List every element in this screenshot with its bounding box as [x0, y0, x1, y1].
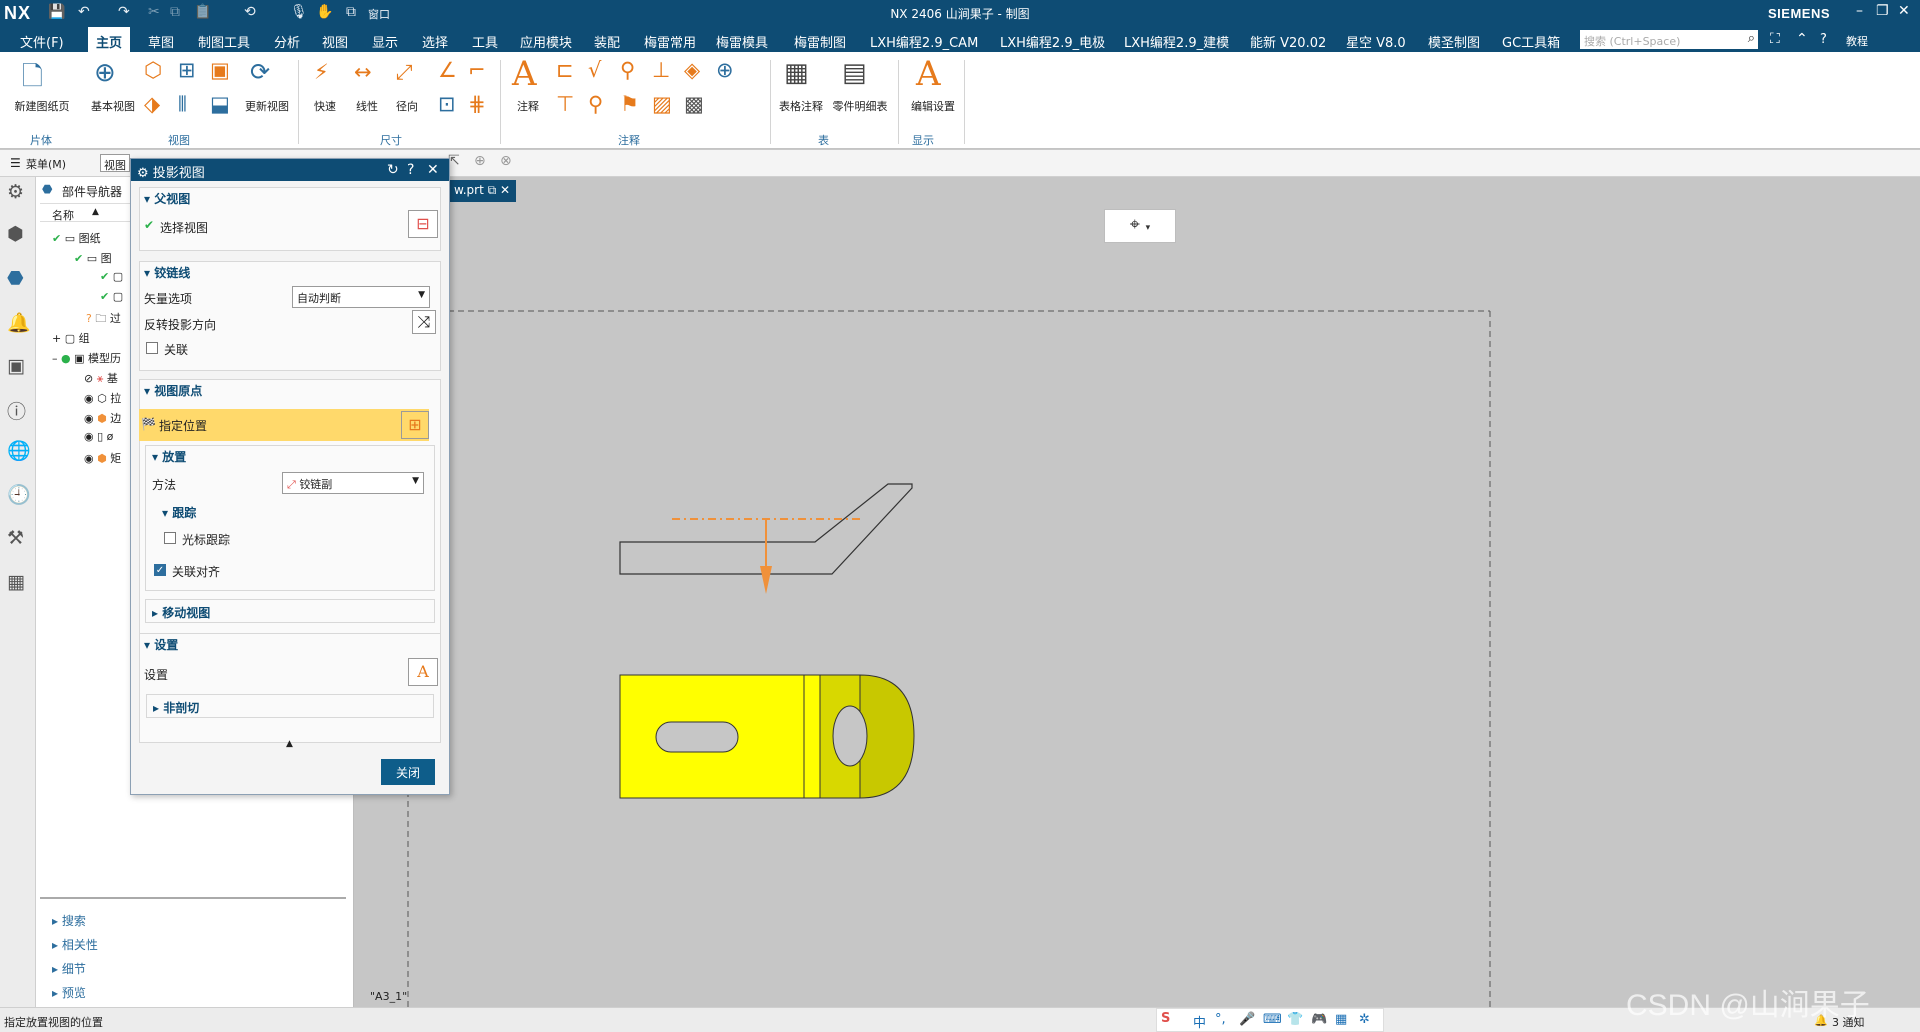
placement-group: ▾ 放置 方法 ⤢ 铰链副 ▼ ▾ 跟踪 光标跟踪 ✓ 关联对齐 — [145, 445, 435, 591]
reverse-direction-label: 反转投影方向 — [144, 318, 217, 332]
lug-hole — [832, 705, 868, 767]
checkered-flag-icon: 🏁 — [141, 417, 156, 431]
assoc-align-checkbox[interactable]: ✓ — [154, 564, 166, 576]
vector-option-label: 矢量选项 — [144, 292, 193, 306]
ime-toolbar: S 中 °, 🎤 ⌨ 👕 🎮 ▦ ✲ — [1156, 1008, 1384, 1032]
vector-option-select[interactable]: 自动判断 ▼ — [292, 286, 430, 308]
dialog-gear-icon[interactable]: ⚙ — [137, 166, 149, 181]
settings-group: ▾ 设置 设置 A ▸ 非剖切 — [139, 633, 441, 743]
close-button[interactable]: 关闭 — [381, 759, 435, 785]
specify-location-row[interactable]: 🏁 指定位置 ⊞ — [139, 409, 429, 441]
section-title: 设置 — [154, 638, 179, 652]
projected-view-dialog: ⚙ 投影视图 ↻ ? ✕ ▾ 父视图 ✔ 选择视图 ⊟ ▾ 铰链线 矢量选项 自… — [130, 158, 450, 795]
ime-mic-icon[interactable]: 🎤 — [1239, 1012, 1255, 1027]
section-title: 视图原点 — [154, 384, 203, 398]
status-message: 指定放置视图的位置 — [4, 1016, 103, 1029]
nx-window: { "app": { "logo": "NX", "title": "NX 24… — [0, 0, 1920, 1032]
settings-button[interactable]: A — [408, 658, 438, 686]
ime-skin-icon[interactable]: 👕 — [1287, 1012, 1303, 1027]
specify-location-label: 指定位置 — [159, 419, 208, 433]
placement-header[interactable]: ▾ 放置 — [152, 448, 186, 465]
point-dialog-icon: ⊞ — [408, 415, 422, 434]
hinge-icon: ⤢ — [287, 478, 296, 491]
settings-a-icon: A — [417, 662, 429, 681]
watermark: CSDN @山涧果子 — [1626, 989, 1870, 1022]
dialog-header[interactable]: ⚙ 投影视图 ↻ ? ✕ — [131, 159, 449, 181]
check-icon: ✔ — [144, 218, 155, 232]
cursor-tracking-label: 光标跟踪 — [182, 533, 231, 547]
select-view-button[interactable]: ⊟ — [408, 210, 438, 238]
parent-view-header[interactable]: ▾ 父视图 — [144, 190, 190, 207]
ime-game-icon[interactable]: 🎮 — [1311, 1012, 1327, 1027]
arrow-head — [760, 566, 772, 594]
settings-header[interactable]: ▾ 设置 — [144, 636, 178, 653]
method-select[interactable]: ⤢ 铰链副 ▼ — [282, 472, 424, 494]
associative-checkbox[interactable] — [146, 342, 158, 354]
help-icon[interactable]: ? — [407, 162, 414, 178]
cursor-tracking-checkbox[interactable] — [164, 532, 176, 544]
ime-punct[interactable]: °, — [1215, 1012, 1226, 1027]
hinge-line-group: ▾ 铰链线 矢量选项 自动判断 ▼ 反转投影方向 ⤨ 关联 — [139, 261, 441, 371]
move-view-group: ▸ 移动视图 — [145, 599, 435, 623]
non-section-group: ▸ 非剖切 — [146, 694, 434, 718]
dialog-close-icon[interactable]: ✕ — [427, 162, 439, 178]
section-title: 放置 — [162, 450, 187, 464]
dialog-title: 投影视图 — [152, 166, 205, 181]
ime-apps-icon[interactable]: ▦ — [1335, 1012, 1347, 1027]
section-title: 非剖切 — [163, 701, 200, 715]
section-title: 移动视图 — [162, 606, 211, 620]
assoc-align-label: 关联对齐 — [172, 565, 221, 579]
parent-view-group: ▾ 父视图 ✔ 选择视图 ⊟ — [139, 187, 441, 251]
slot-hole — [655, 721, 739, 753]
chevron-down-icon: ▼ — [412, 476, 419, 486]
sheet-name-label: "A3_1" — [370, 990, 408, 1003]
specify-location-button[interactable]: ⊞ — [401, 411, 429, 439]
non-section-header[interactable]: ▸ 非剖切 — [153, 699, 199, 716]
settings-label: 设置 — [144, 668, 169, 682]
base-view-lug[interactable] — [859, 674, 915, 799]
reverse-direction-button[interactable]: ⤨ — [412, 310, 436, 334]
collapse-more-icon[interactable]: ▲ — [286, 739, 293, 749]
ime-mode[interactable]: 中 — [1193, 1012, 1206, 1031]
ime-keyboard-icon[interactable]: ⌨ — [1263, 1012, 1282, 1027]
hinge-line-header[interactable]: ▾ 铰链线 — [144, 264, 190, 281]
move-view-header[interactable]: ▸ 移动视图 — [152, 604, 210, 621]
view-origin-header[interactable]: ▾ 视图原点 — [144, 382, 202, 399]
vector-option-value: 自动判断 — [297, 292, 341, 305]
method-value: 铰链副 — [299, 478, 333, 491]
section-title: 跟踪 — [172, 506, 197, 520]
tracking-header[interactable]: ▾ 跟踪 — [162, 504, 196, 521]
select-view-icon: ⊟ — [416, 214, 430, 233]
ime-settings-icon[interactable]: ✲ — [1359, 1012, 1370, 1027]
method-label: 方法 — [152, 478, 177, 492]
reset-icon[interactable]: ↻ — [387, 162, 399, 178]
reverse-icon: ⤨ — [417, 312, 431, 331]
associative-label: 关联 — [164, 343, 189, 357]
section-title: 父视图 — [154, 192, 191, 206]
chevron-down-icon: ▼ — [418, 290, 425, 300]
select-view-label: 选择视图 — [160, 221, 209, 235]
ime-logo[interactable]: S — [1161, 1011, 1170, 1026]
section-title: 铰链线 — [154, 266, 191, 280]
